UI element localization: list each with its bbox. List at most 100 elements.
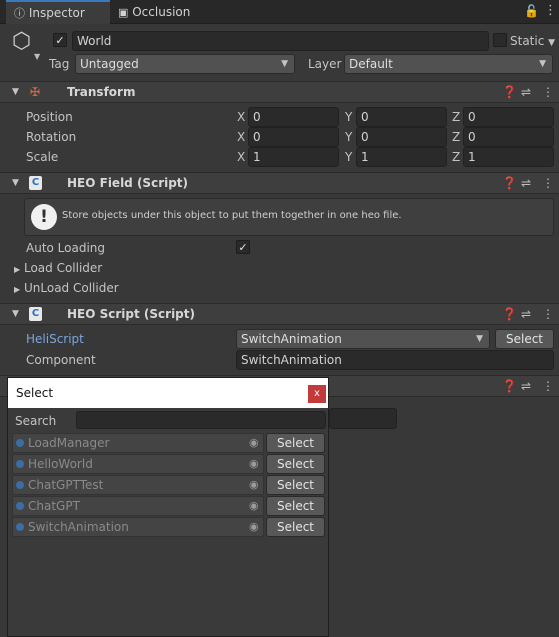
dialog-titlebar[interactable]: Select x — [8, 378, 328, 408]
occlusion-icon: ▣ — [118, 6, 129, 19]
list-item[interactable]: SwitchAnimation ◉ — [12, 517, 264, 537]
heo-field-header[interactable]: ▼ C HEO Field (Script) ❓ ⇌ ⋮ — [0, 172, 559, 194]
heliscript-value: SwitchAnimation — [241, 332, 342, 346]
search-input[interactable] — [76, 411, 326, 429]
heo-script-header[interactable]: ▼ C HEO Script (Script) ❓ ⇌ ⋮ — [0, 303, 559, 325]
select-button[interactable]: Select — [266, 517, 325, 537]
layer-dropdown[interactable]: Default ▼ — [344, 54, 553, 74]
object-picker-icon[interactable]: ◉ — [249, 476, 259, 494]
component-label: Component — [26, 353, 96, 367]
active-checkbox[interactable]: ✓ — [53, 33, 67, 47]
rotation-z-field[interactable]: 0 — [463, 127, 554, 147]
component-field[interactable]: SwitchAnimation — [236, 350, 554, 370]
close-button[interactable]: x — [308, 385, 326, 403]
help-icon[interactable]: ❓ — [502, 376, 517, 396]
kebab-menu-icon[interactable]: ⋮ — [542, 376, 554, 396]
tab-occlusion[interactable]: ▣ Occlusion — [110, 0, 210, 24]
static-label[interactable]: Static ▼ — [510, 32, 555, 52]
object-name-input[interactable]: World — [72, 31, 489, 51]
script-icon — [16, 460, 24, 468]
rotation-y-field[interactable]: 0 — [356, 127, 447, 147]
tag-dropdown[interactable]: Untagged ▼ — [75, 54, 295, 74]
object-picker-icon[interactable]: ◉ — [249, 434, 259, 452]
help-icon[interactable]: ❓ — [502, 173, 517, 193]
auto-loading-label: Auto Loading — [26, 241, 106, 255]
list-item[interactable]: HelloWorld ◉ — [12, 454, 264, 474]
chevron-down-icon: ▼ — [476, 334, 483, 344]
select-button[interactable]: Select — [266, 454, 325, 474]
help-icon[interactable]: ❓ — [502, 82, 517, 102]
settings-sliders-icon[interactable]: ⇌ — [521, 82, 531, 102]
position-y-field[interactable]: 0 — [356, 107, 447, 127]
list-item[interactable]: ChatGPT ◉ — [12, 496, 264, 516]
unload-collider-label: UnLoad Collider — [23, 281, 119, 295]
axis-z-label[interactable]: Z — [452, 148, 460, 166]
foldout-arrow-icon: ▶ — [14, 285, 21, 294]
settings-sliders-icon[interactable]: ⇌ — [521, 376, 531, 396]
search-label: Search — [15, 414, 57, 428]
list-item[interactable]: ChatGPTTest ◉ — [12, 475, 264, 495]
chevron-down-icon[interactable]: ▼ — [34, 52, 40, 61]
item-name: HelloWorld — [28, 457, 93, 471]
kebab-menu-icon[interactable]: ⋮ — [542, 173, 554, 193]
axis-z-label[interactable]: Z — [452, 108, 460, 126]
load-collider-foldout[interactable]: ▶ Load Collider — [14, 259, 102, 279]
tab-bar: ⓘ Inspector ▣ Occlusion 🔓 ⋮ — [0, 0, 559, 24]
select-dialog: Select x Search LoadManager ◉ Select Hel… — [7, 377, 329, 637]
axis-z-label[interactable]: Z — [452, 128, 460, 146]
foldout-arrow-icon[interactable]: ▼ — [12, 304, 19, 324]
axis-x-label[interactable]: X — [237, 108, 245, 126]
select-button[interactable]: Select — [266, 496, 325, 516]
scale-z-field[interactable]: 1 — [463, 147, 554, 167]
axis-y-label[interactable]: Y — [345, 108, 352, 126]
heliscript-dropdown[interactable]: SwitchAnimation ▼ — [236, 329, 490, 349]
kebab-menu-icon[interactable]: ⋮ — [542, 304, 554, 324]
tab-inspector[interactable]: ⓘ Inspector — [6, 0, 110, 24]
script-icon — [16, 481, 24, 489]
axis-y-label[interactable]: Y — [345, 128, 352, 146]
settings-sliders-icon[interactable]: ⇌ — [521, 173, 531, 193]
settings-sliders-icon[interactable]: ⇌ — [521, 304, 531, 324]
kebab-menu-icon[interactable]: ⋮ — [544, 3, 557, 18]
lock-icon[interactable]: 🔓 — [524, 4, 539, 18]
help-icon[interactable]: ❓ — [502, 304, 517, 324]
foldout-arrow-icon[interactable]: ▼ — [12, 82, 19, 102]
object-picker-icon[interactable]: ◉ — [249, 518, 259, 536]
list-item[interactable]: LoadManager ◉ — [12, 433, 264, 453]
foldout-arrow-icon[interactable]: ▼ — [12, 173, 19, 193]
object-picker-icon[interactable]: ◉ — [249, 497, 259, 515]
layer-label: Layer — [308, 57, 342, 71]
tag-label: Tag — [49, 57, 70, 71]
info-text: Store objects under this object to put t… — [62, 210, 402, 221]
object-picker-icon[interactable]: ◉ — [249, 455, 259, 473]
chevron-down-icon: ▼ — [548, 38, 556, 48]
item-name: LoadManager — [28, 436, 110, 450]
heo-field-title: HEO Field (Script) — [67, 176, 189, 190]
auto-loading-checkbox[interactable]: ✓ — [236, 240, 250, 254]
heliscript-select-button[interactable]: Select — [495, 329, 554, 349]
scale-x-field[interactable]: 1 — [248, 147, 339, 167]
select-button[interactable]: Select — [266, 433, 325, 453]
kebab-menu-icon[interactable]: ⋮ — [542, 82, 554, 102]
axis-x-label[interactable]: X — [237, 128, 245, 146]
position-z-field[interactable]: 0 — [463, 107, 554, 127]
partial-field[interactable] — [329, 408, 397, 429]
rotation-x-field[interactable]: 0 — [248, 127, 339, 147]
position-label: Position — [26, 110, 73, 124]
select-button[interactable]: Select — [266, 475, 325, 495]
tab-occlusion-label: Occlusion — [132, 5, 191, 19]
transform-header[interactable]: ▼ ✠ Transform ❓ ⇌ ⋮ — [0, 81, 559, 103]
unload-collider-foldout[interactable]: ▶ UnLoad Collider — [14, 279, 119, 299]
info-helpbox: ! Store objects under this object to put… — [24, 198, 554, 236]
chevron-down-icon: ▼ — [281, 59, 288, 69]
script-file-icon: C — [29, 176, 42, 190]
static-checkbox[interactable] — [493, 33, 507, 47]
scale-y-field[interactable]: 1 — [356, 147, 447, 167]
foldout-arrow-icon: ▶ — [14, 265, 21, 274]
axis-x-label[interactable]: X — [237, 148, 245, 166]
item-name: SwitchAnimation — [28, 520, 129, 534]
axis-y-label[interactable]: Y — [345, 148, 352, 166]
info-icon: ⓘ — [14, 7, 25, 20]
position-x-field[interactable]: 0 — [248, 107, 339, 127]
scale-label: Scale — [26, 150, 59, 164]
